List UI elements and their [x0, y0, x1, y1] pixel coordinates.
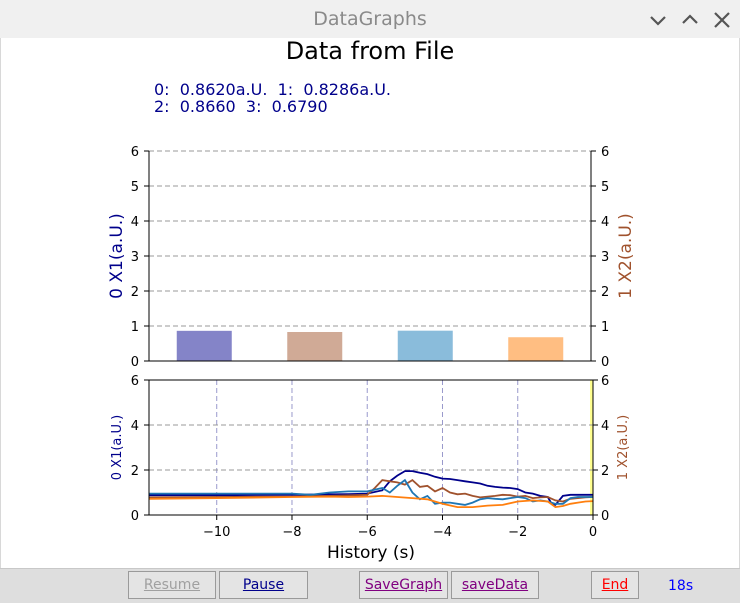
bar-2: [397, 330, 453, 361]
bar-ytick-label-right: 3: [601, 250, 609, 265]
bar-ytick-label-left: 5: [131, 180, 139, 195]
bar-ylabel-left: 0 X1(a.U.): [107, 213, 127, 299]
end-button-label: End: [601, 577, 629, 593]
bar-ytick-label-right: 6: [601, 145, 609, 160]
save-data-button[interactable]: saveData: [451, 571, 539, 599]
line-ytick-label-left: 4: [131, 419, 139, 434]
bar-ylabel-right: 1 X2(a.U.): [616, 213, 636, 299]
elapsed-time: 18s: [668, 578, 694, 594]
line-xlabel: History (s): [327, 543, 415, 563]
line-xtick-label: −4: [433, 525, 452, 540]
resume-button[interactable]: Resume: [128, 571, 216, 599]
line-ytick-label-right: 4: [601, 419, 609, 434]
save-graph-button-label: SaveGraph: [364, 577, 443, 593]
line-ytick-label-left: 6: [131, 374, 139, 389]
bar-ytick-label-left: 6: [131, 145, 139, 160]
bar-3: [508, 337, 564, 361]
save-data-button-label: saveData: [461, 577, 529, 593]
save-graph-button[interactable]: SaveGraph: [359, 571, 448, 599]
line-ytick-label-right: 0: [601, 509, 609, 524]
bar-ytick-label-left: 0: [131, 355, 139, 370]
line-series-3: [148, 494, 594, 509]
bar-ytick-label-right: 1: [601, 320, 609, 335]
line-ytick-label-left: 0: [131, 509, 139, 524]
bar-chart: 0 0 1 1 2 2 3 3 4 4 5 5 6 6 0 X1(a.U.) 1 X2(a.U.): [107, 145, 636, 370]
bar-ytick-label-left: 3: [131, 250, 139, 265]
line-xtick-label: −6: [358, 525, 377, 540]
resume-button-label: Resume: [143, 577, 201, 593]
pause-button-label: Pause: [242, 577, 285, 593]
line-series-0: [149, 470, 593, 506]
line-ylabel-left: 0 X1(a.U.): [110, 415, 125, 480]
bar-1: [287, 331, 343, 361]
history-line-chart: −10 −8 −6 −4 −2 00 02 24 46 6History (s)0 X1(a.U.…: [110, 374, 631, 563]
bar-0: [176, 330, 232, 361]
bar-ytick-label-left: 1: [131, 320, 139, 335]
bar-ytick-label-right: 4: [601, 215, 609, 230]
line-xtick-label: −2: [508, 525, 527, 540]
line-ytick-label-right: 6: [601, 374, 609, 389]
pause-button[interactable]: Pause: [219, 571, 308, 599]
end-button[interactable]: End: [591, 571, 639, 599]
line-xtick-label: −10: [203, 525, 230, 540]
line-ytick-label-left: 2: [131, 464, 139, 479]
bar-ytick-label-left: 2: [131, 285, 139, 300]
bar-ytick-label-left: 4: [131, 215, 139, 230]
bar-ytick-label-right: 5: [601, 180, 609, 195]
plots-svg: 0 01 12 23 34 45 56 60 X1(a.U.) 1 X2(a.U.) −10 −8…: [107, 145, 636, 563]
line-xtick-label: −8: [282, 525, 301, 540]
bar-ytick-label-right: 2: [601, 285, 609, 300]
bar-ytick-label-right: 0: [601, 355, 609, 370]
line-xtick-label: 0: [589, 525, 597, 540]
line-ytick-label-right: 2: [601, 464, 609, 479]
line-ylabel-right: 1 X2(a.U.): [616, 415, 631, 480]
bottom-toolbar: Resume Pause SaveGraph saveData End 18s: [0, 568, 740, 603]
